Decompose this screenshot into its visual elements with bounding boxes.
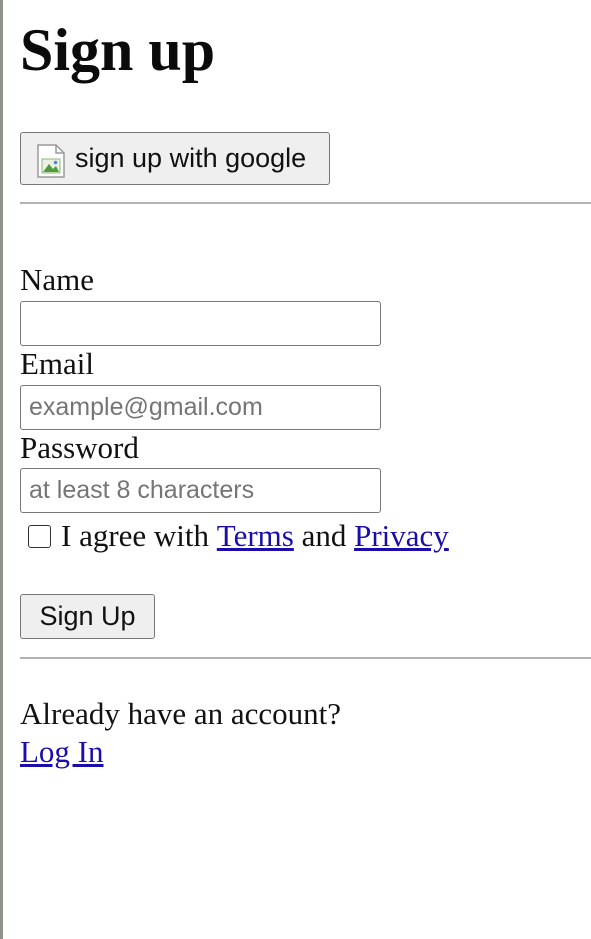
window-left-edge [0,0,3,939]
already-have-account-text: Already have an account? [20,696,342,731]
broken-image-icon [37,143,73,178]
privacy-link[interactable]: Privacy [354,518,449,554]
log-in-link[interactable]: Log In [20,734,104,770]
google-signup-button[interactable]: sign up with google [20,132,330,185]
page-title: Sign up [20,17,216,83]
terms-link[interactable]: Terms [217,518,294,554]
agree-text: I agree with [61,518,217,553]
agree-checkbox[interactable] [28,524,51,548]
name-input[interactable] [20,301,381,346]
sign-up-button[interactable]: Sign Up [20,594,155,639]
agree-terms-row: I agree with Terms and Privacy [28,518,449,554]
password-input[interactable] [20,468,381,513]
divider-top [20,202,591,204]
divider-bottom [20,657,591,659]
email-input[interactable] [20,385,381,430]
password-label: Password [20,430,139,465]
email-label: Email [20,346,95,381]
google-signup-label: sign up with google [75,143,307,173]
name-label: Name [20,262,95,297]
agree-and-text: and [293,518,355,553]
